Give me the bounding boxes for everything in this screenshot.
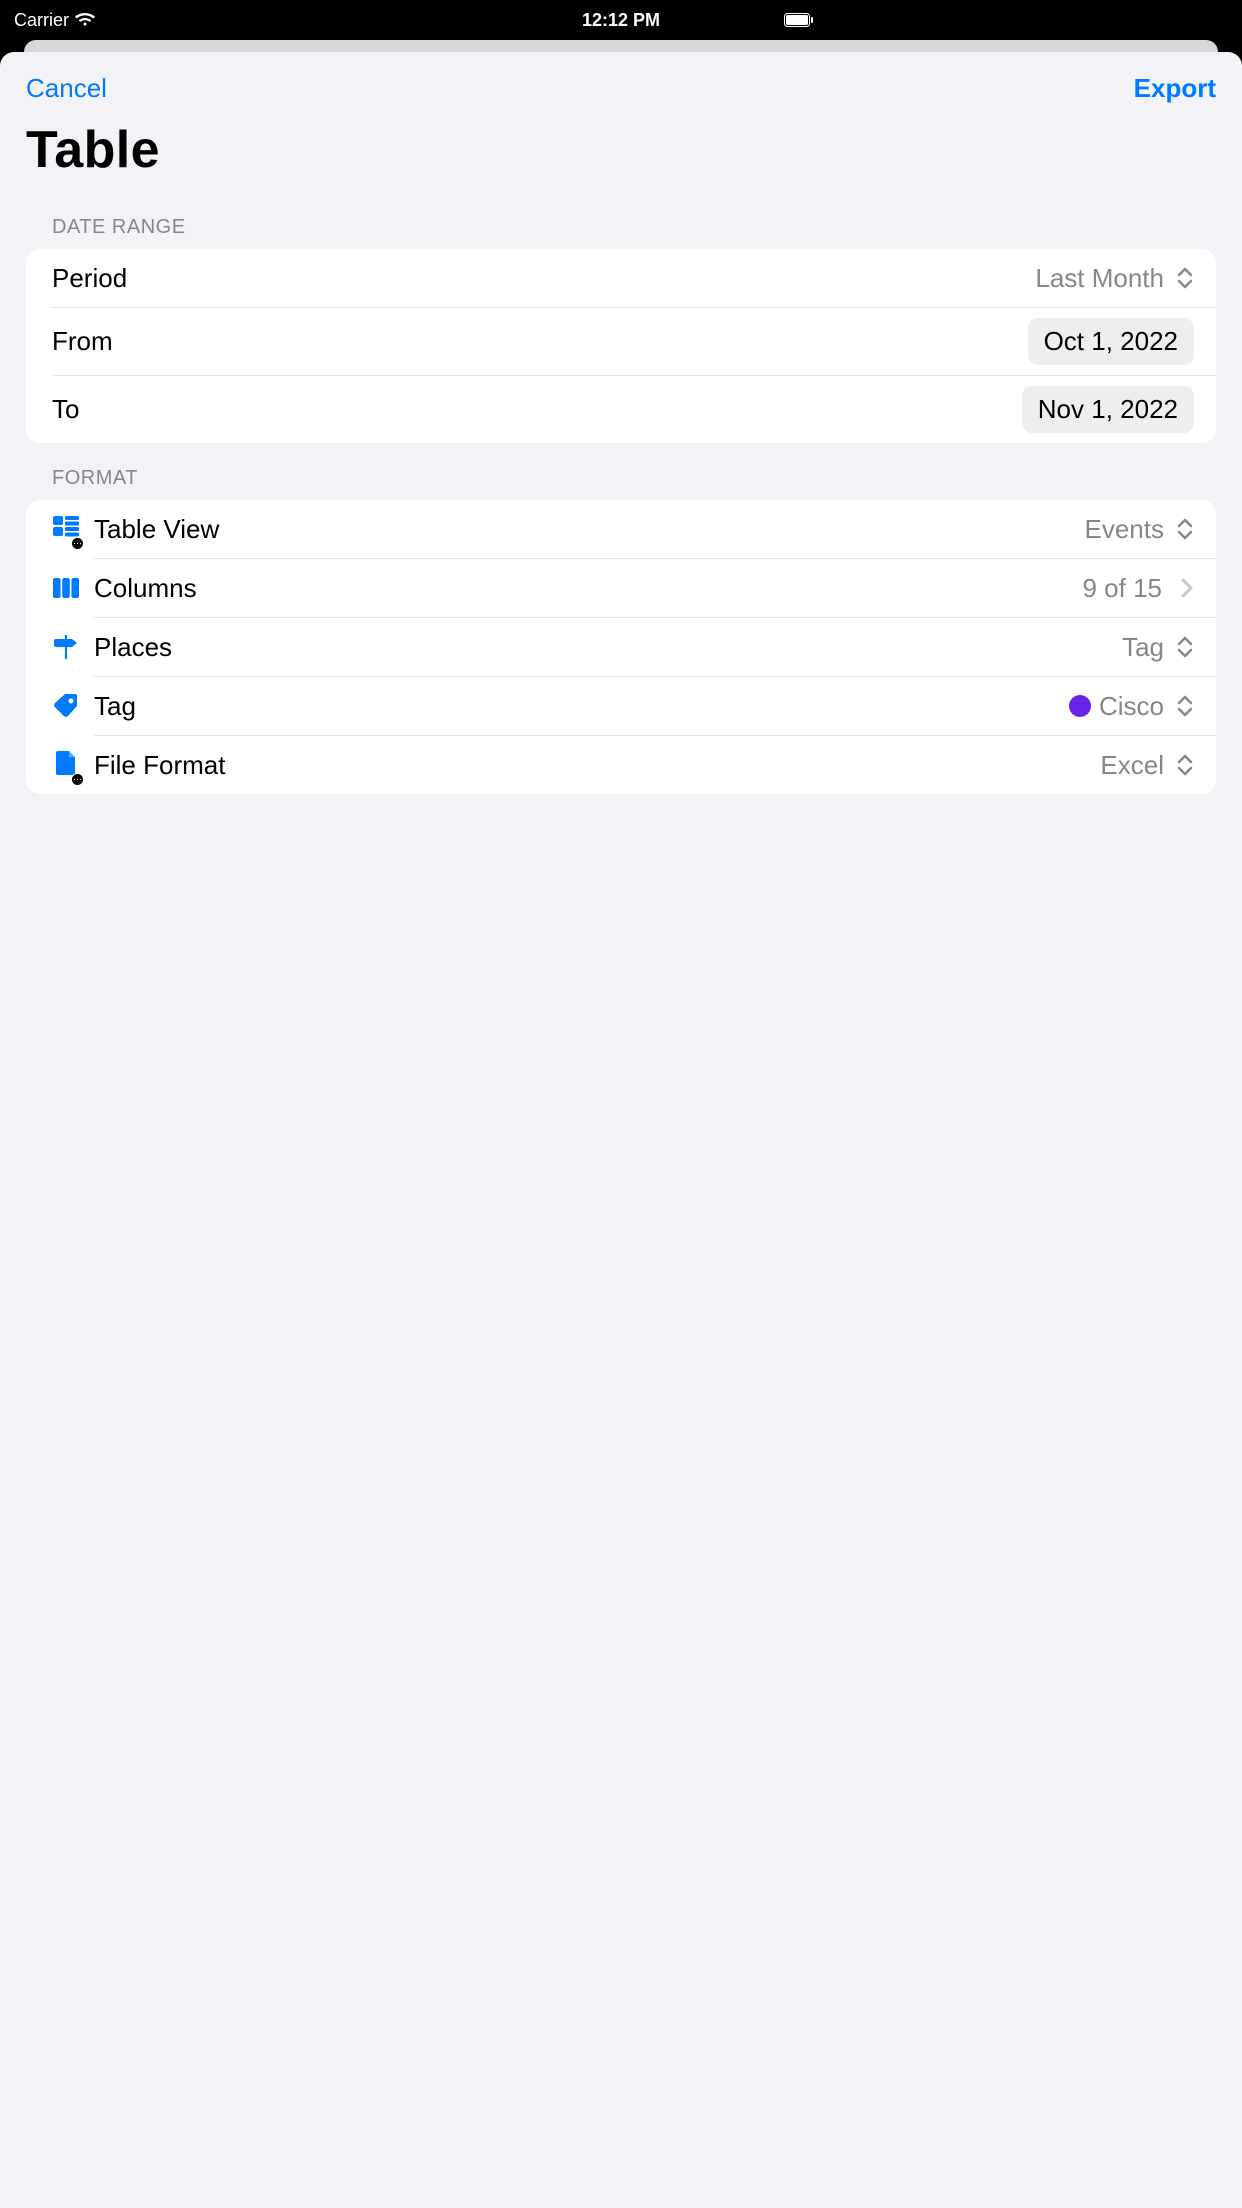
status-time: 12:12 PM [582,10,660,31]
nav-bar: Cancel Export [0,52,1242,108]
row-label: To [52,394,1022,425]
group-date-range: Period Last Month From Oct 1, 2022 To No… [26,249,1216,443]
row-label: Table View [94,514,1085,545]
row-file-format[interactable]: File Format Excel [26,736,1216,794]
row-label: File Format [94,750,1100,781]
page-title: Table [0,108,1242,204]
table-view-icon [52,513,80,546]
row-label: Places [94,632,1122,663]
date-pill-to[interactable]: Nov 1, 2022 [1022,386,1194,433]
row-label: From [52,326,1028,357]
up-down-chevron-icon [1176,636,1194,658]
section-header-format: FORMAT [0,443,1242,500]
row-label: Columns [94,573,1082,604]
row-value: Last Month [1035,263,1164,294]
section-header-date-range: DATE RANGE [0,204,1242,249]
cancel-button[interactable]: Cancel [26,73,107,104]
row-period[interactable]: Period Last Month [26,249,1216,307]
group-format: Table View Events Columns 9 of 15 [26,500,1216,794]
chevron-right-icon [1180,578,1194,598]
row-from[interactable]: From Oct 1, 2022 [26,308,1216,375]
row-to[interactable]: To Nov 1, 2022 [26,376,1216,443]
file-icon [52,749,80,782]
wifi-icon [75,13,95,27]
up-down-chevron-icon [1176,754,1194,776]
row-label: Period [52,263,1035,294]
up-down-chevron-icon [1176,267,1194,289]
row-value: Events [1085,514,1165,545]
row-table-view[interactable]: Table View Events [26,500,1216,558]
tag-icon [52,692,80,720]
carrier-label: Carrier [14,10,69,31]
row-value: Excel [1100,750,1164,781]
export-button[interactable]: Export [1134,73,1216,104]
battery-icon [784,13,814,27]
status-bar: Carrier 12:12 PM [0,0,828,40]
row-columns[interactable]: Columns 9 of 15 [26,559,1216,617]
up-down-chevron-icon [1176,518,1194,540]
columns-icon [52,574,80,602]
row-value: 9 of 15 [1082,573,1162,604]
row-value: Tag [1122,632,1164,663]
signpost-icon [52,633,80,661]
up-down-chevron-icon [1176,695,1194,717]
modal-sheet: Cancel Export Table DATE RANGE Period La… [0,52,1242,2208]
row-value: Cisco [1099,691,1164,722]
row-label: Tag [94,691,1069,722]
row-places[interactable]: Places Tag [26,618,1216,676]
tag-color-dot [1069,695,1091,717]
date-pill-from[interactable]: Oct 1, 2022 [1028,318,1194,365]
row-tag[interactable]: Tag Cisco [26,677,1216,735]
